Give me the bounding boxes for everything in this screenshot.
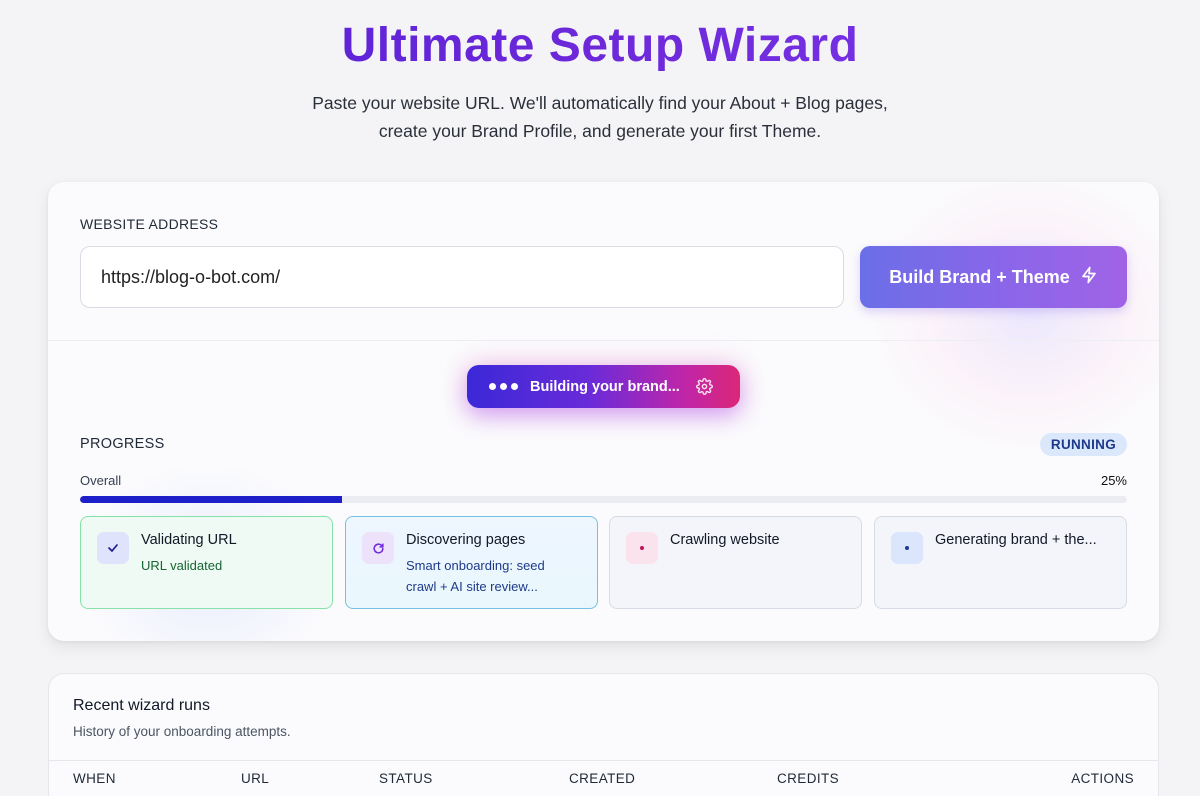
column-header-status: STATUS — [379, 771, 433, 786]
section-divider — [48, 340, 1159, 341]
step-card-generating-brand: Generating brand + the... — [874, 516, 1127, 609]
step-title: Validating URL — [141, 532, 237, 548]
progress-heading: PROGRESS — [80, 436, 165, 452]
lightning-bolt-icon — [1080, 266, 1098, 289]
gear-icon — [695, 378, 713, 395]
status-badge: RUNNING — [1039, 433, 1127, 456]
refresh-icon — [362, 532, 394, 564]
table-divider — [49, 760, 1158, 761]
subtitle-line-2: create your Brand Profile, and generate … — [378, 121, 822, 141]
build-button-label: Build Brand + Theme — [889, 266, 1070, 287]
step-card-validating-url: Validating URL URL validated — [80, 516, 333, 609]
website-url-input[interactable] — [80, 246, 844, 308]
column-header-credits: CREDITS — [777, 771, 840, 786]
step-title: Discovering pages — [406, 532, 526, 548]
recent-runs-title: Recent wizard runs — [73, 697, 210, 714]
step-title: Crawling website — [670, 532, 780, 548]
progress-bar-fill — [80, 496, 342, 503]
overall-percent: 25% — [1100, 473, 1127, 488]
page-subtitle: Paste your website URL. We'll automatica… — [0, 89, 1200, 145]
dot-icon — [891, 532, 923, 564]
column-header-actions: ACTIONS — [1071, 771, 1134, 786]
dot-icon — [626, 532, 658, 564]
building-status-indicator: Building your brand... — [467, 365, 740, 408]
building-status-text: Building your brand... — [530, 378, 680, 395]
step-title: Generating brand + the... — [935, 532, 1097, 548]
checkmark-icon — [97, 532, 129, 564]
step-detail: URL validated — [141, 558, 223, 573]
step-list: Validating URL URL validated Discovering… — [80, 516, 1127, 609]
step-card-crawling-website: Crawling website — [609, 516, 862, 609]
column-header-created: CREATED — [569, 771, 636, 786]
overall-progress-bar — [80, 496, 1127, 503]
column-header-url: URL — [241, 771, 270, 786]
recent-runs-subtitle: History of your onboarding attempts. — [73, 724, 291, 739]
page-title: Ultimate Setup Wizard — [0, 18, 1200, 73]
loading-dots-icon — [489, 383, 518, 390]
column-header-when: WHEN — [73, 771, 116, 786]
recent-runs-panel: Recent wizard runs History of your onboa… — [48, 673, 1159, 796]
website-address-label: WEBSITE ADDRESS — [80, 216, 219, 232]
build-brand-theme-button[interactable]: Build Brand + Theme — [860, 246, 1127, 308]
decorative-glow — [859, 182, 1159, 462]
step-card-discovering-pages: Discovering pages Smart onboarding: seed… — [345, 516, 598, 609]
overall-label: Overall — [80, 473, 122, 488]
step-detail: Smart onboarding: seed crawl + AI site r… — [406, 558, 545, 594]
setup-card: WEBSITE ADDRESS Build Brand + Theme Buil… — [48, 182, 1159, 641]
subtitle-line-1: Paste your website URL. We'll automatica… — [312, 93, 888, 113]
